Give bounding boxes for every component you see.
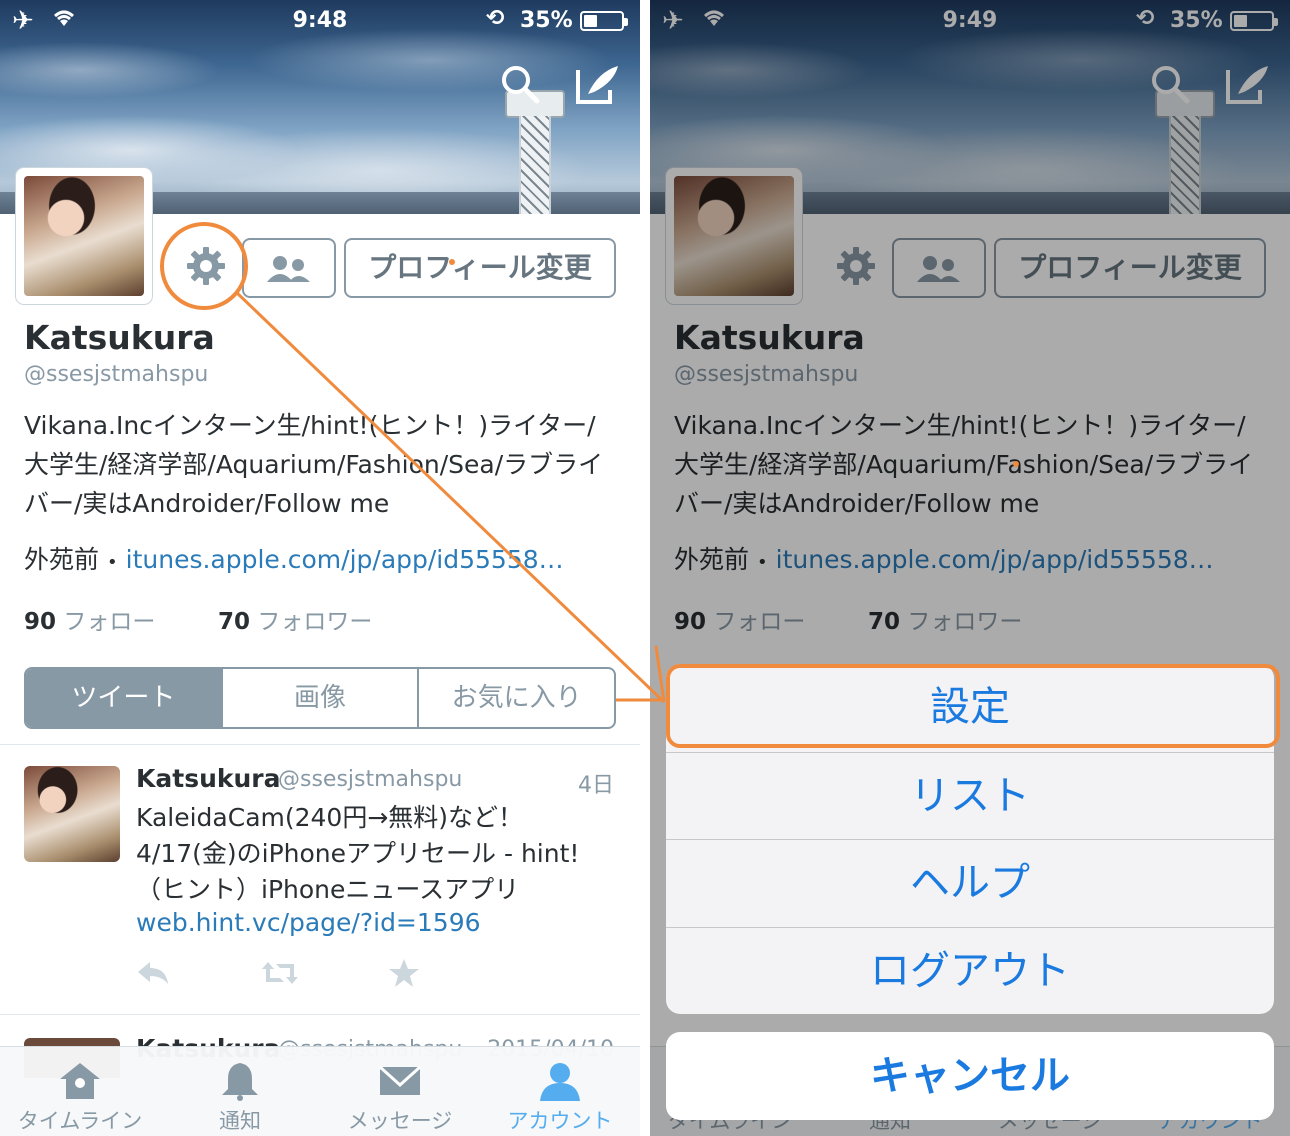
profile-handle: @ssesjstmahspu bbox=[24, 362, 209, 387]
profile-location: 外苑前 bbox=[24, 545, 100, 574]
search-icon[interactable] bbox=[500, 64, 540, 104]
action-lists[interactable]: リスト bbox=[666, 752, 1274, 839]
people-icon bbox=[267, 256, 310, 282]
people-button[interactable] bbox=[242, 238, 336, 298]
action-logout[interactable]: ログアウト bbox=[666, 927, 1274, 1014]
compose-tweet-icon[interactable] bbox=[574, 62, 620, 106]
profile-avatar[interactable] bbox=[16, 168, 152, 304]
tweet-author-name: Katsukura bbox=[136, 764, 281, 793]
profile-bio: Vikana.Incインターン生/hint!(ヒント！)ライター/大学生/経済学… bbox=[24, 411, 604, 518]
tweet-avatar[interactable] bbox=[24, 766, 120, 862]
divider bbox=[0, 1014, 640, 1015]
favorite-star-icon[interactable] bbox=[388, 958, 420, 988]
divider bbox=[0, 744, 640, 745]
segment-tweets[interactable]: ツイート bbox=[26, 669, 221, 727]
person-icon bbox=[540, 1063, 580, 1101]
home-icon bbox=[60, 1063, 100, 1099]
cancel-button[interactable]: キャンセル bbox=[666, 1032, 1274, 1120]
action-settings[interactable]: 設定 bbox=[666, 664, 1274, 751]
battery-icon bbox=[580, 11, 628, 31]
tweet-author-handle: @ssesjstmahspu bbox=[278, 767, 463, 792]
left-screen: ✈ 9:48 ⟲ 35% プロフィール変更 Katsukura @ssesjst… bbox=[0, 0, 640, 1136]
status-bar: ✈ 9:48 ⟲ 35% bbox=[0, 0, 640, 40]
segment-favorites[interactable]: お気に入り bbox=[417, 669, 614, 727]
segment-images[interactable]: 画像 bbox=[220, 669, 418, 727]
profile-location-line: 外苑前 • itunes.apple.com/jp/app/id55558… bbox=[24, 545, 564, 574]
right-screen: ✈ 9:49 ⟲ 35% プロフィール変更 Katsukura @ssesjst… bbox=[650, 0, 1290, 1136]
tweet-link[interactable]: web.hint.vc/page/?id=1596 bbox=[136, 908, 481, 937]
tab-account[interactable]: アカウント bbox=[480, 1047, 640, 1136]
profile-stats: 90 フォロー 70 フォロワー bbox=[24, 602, 372, 636]
envelope-icon bbox=[378, 1065, 422, 1095]
edit-profile-button[interactable]: プロフィール変更 bbox=[344, 238, 616, 298]
tweet-time: 4日 bbox=[578, 773, 614, 798]
action-sheet: 設定 リスト ヘルプ ログアウト bbox=[666, 664, 1274, 1014]
profile-segment-control: ツイート 画像 お気に入り bbox=[24, 667, 616, 729]
tab-notifications[interactable]: 通知 bbox=[160, 1047, 320, 1136]
profile-url-link[interactable]: itunes.apple.com/jp/app/id55558… bbox=[126, 545, 564, 574]
battery-percent: 35% bbox=[520, 8, 573, 33]
bell-icon bbox=[222, 1063, 258, 1101]
tweet-text: KaleidaCam(240円→無料)など！4/17(金)のiPhoneアプリセ… bbox=[136, 803, 580, 904]
lighthouse-tower-image bbox=[505, 90, 565, 214]
tab-timeline[interactable]: タイムライン bbox=[0, 1047, 160, 1136]
retweet-icon[interactable] bbox=[260, 958, 300, 988]
profile-name: Katsukura bbox=[24, 318, 215, 357]
gear-icon[interactable] bbox=[184, 244, 228, 288]
rotation-lock-icon: ⟲ bbox=[486, 6, 505, 31]
following-stat[interactable]: 90 フォロー bbox=[24, 609, 155, 635]
followers-stat[interactable]: 70 フォロワー bbox=[218, 602, 372, 636]
action-help[interactable]: ヘルプ bbox=[666, 839, 1274, 926]
tab-messages[interactable]: メッセージ bbox=[320, 1047, 480, 1136]
reply-icon[interactable] bbox=[136, 958, 170, 988]
screen-gap bbox=[640, 0, 650, 1136]
tab-bar: タイムライン 通知 メッセージ アカウント bbox=[0, 1046, 640, 1136]
